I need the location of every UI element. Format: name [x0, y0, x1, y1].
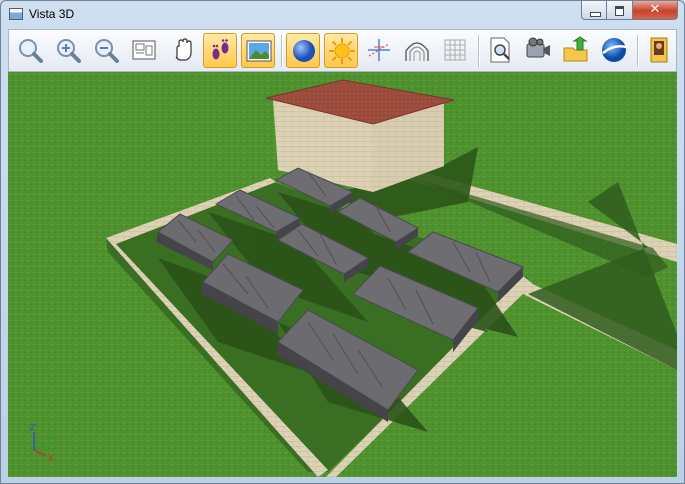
toolbar-separator: [281, 35, 283, 67]
sun-icon: [329, 38, 355, 64]
photo-gallery-icon: [650, 37, 668, 63]
background-image-button[interactable]: [241, 33, 275, 68]
toolbar-separator: [478, 35, 480, 67]
toolbar: [8, 29, 677, 72]
zoom-in-button[interactable]: [51, 33, 85, 68]
window-title: Vista 3D: [29, 7, 75, 21]
wireframe-arch-icon: [405, 42, 429, 61]
maximize-button[interactable]: [607, 1, 633, 20]
toolbar-separator: [637, 35, 639, 67]
footsteps-icon: [212, 39, 229, 60]
plan-view-button[interactable]: [127, 33, 161, 68]
zoom-fit-button[interactable]: [13, 33, 47, 68]
video-camera-button[interactable]: [521, 33, 555, 68]
window-controls: ✕: [581, 1, 678, 21]
zoom-in-icon: [57, 39, 81, 63]
folder-export-button[interactable]: [559, 33, 593, 68]
axes-icon: [368, 39, 390, 61]
print-preview-button[interactable]: [483, 33, 517, 68]
close-icon: ✕: [649, 2, 661, 17]
axes-button[interactable]: [362, 33, 396, 68]
landscape-image-icon: [246, 40, 272, 62]
walk-button[interactable]: [203, 33, 237, 68]
photo-gallery-button[interactable]: [642, 33, 676, 68]
google-earth-button[interactable]: [597, 33, 631, 68]
scene-render: Z Y X: [8, 72, 677, 477]
minimize-button[interactable]: [581, 1, 607, 20]
blue-sphere-icon: [293, 40, 315, 62]
video-camera-icon: [526, 37, 550, 58]
axis-x-label: X: [48, 454, 54, 463]
zoom-out-button[interactable]: [89, 33, 123, 68]
sun-button[interactable]: [324, 33, 358, 68]
folder-export-icon: [563, 36, 588, 62]
app-window: Vista 3D ✕ Z Y X: [0, 0, 685, 484]
axis-y-label: Y: [47, 435, 53, 444]
grid-button[interactable]: [438, 33, 472, 68]
window-app-icon: [9, 8, 23, 20]
zoom-fit-icon: [19, 39, 43, 63]
plan-view-icon: [132, 40, 156, 60]
zoom-out-icon: [95, 39, 119, 63]
close-button[interactable]: ✕: [633, 1, 678, 20]
grid-icon: [444, 39, 466, 61]
wireframe-button[interactable]: [400, 33, 434, 68]
3d-viewport[interactable]: Z Y X: [8, 72, 677, 477]
google-earth-icon: [602, 38, 627, 62]
axis-z-label: Z: [30, 423, 36, 432]
sky-button[interactable]: [286, 33, 320, 68]
maximize-icon: [607, 1, 632, 19]
title-bar[interactable]: Vista 3D ✕: [1, 1, 684, 29]
hand-icon: [175, 38, 192, 61]
minimize-icon: [582, 1, 606, 19]
print-preview-icon: [490, 37, 510, 63]
pan-button[interactable]: [165, 33, 199, 68]
